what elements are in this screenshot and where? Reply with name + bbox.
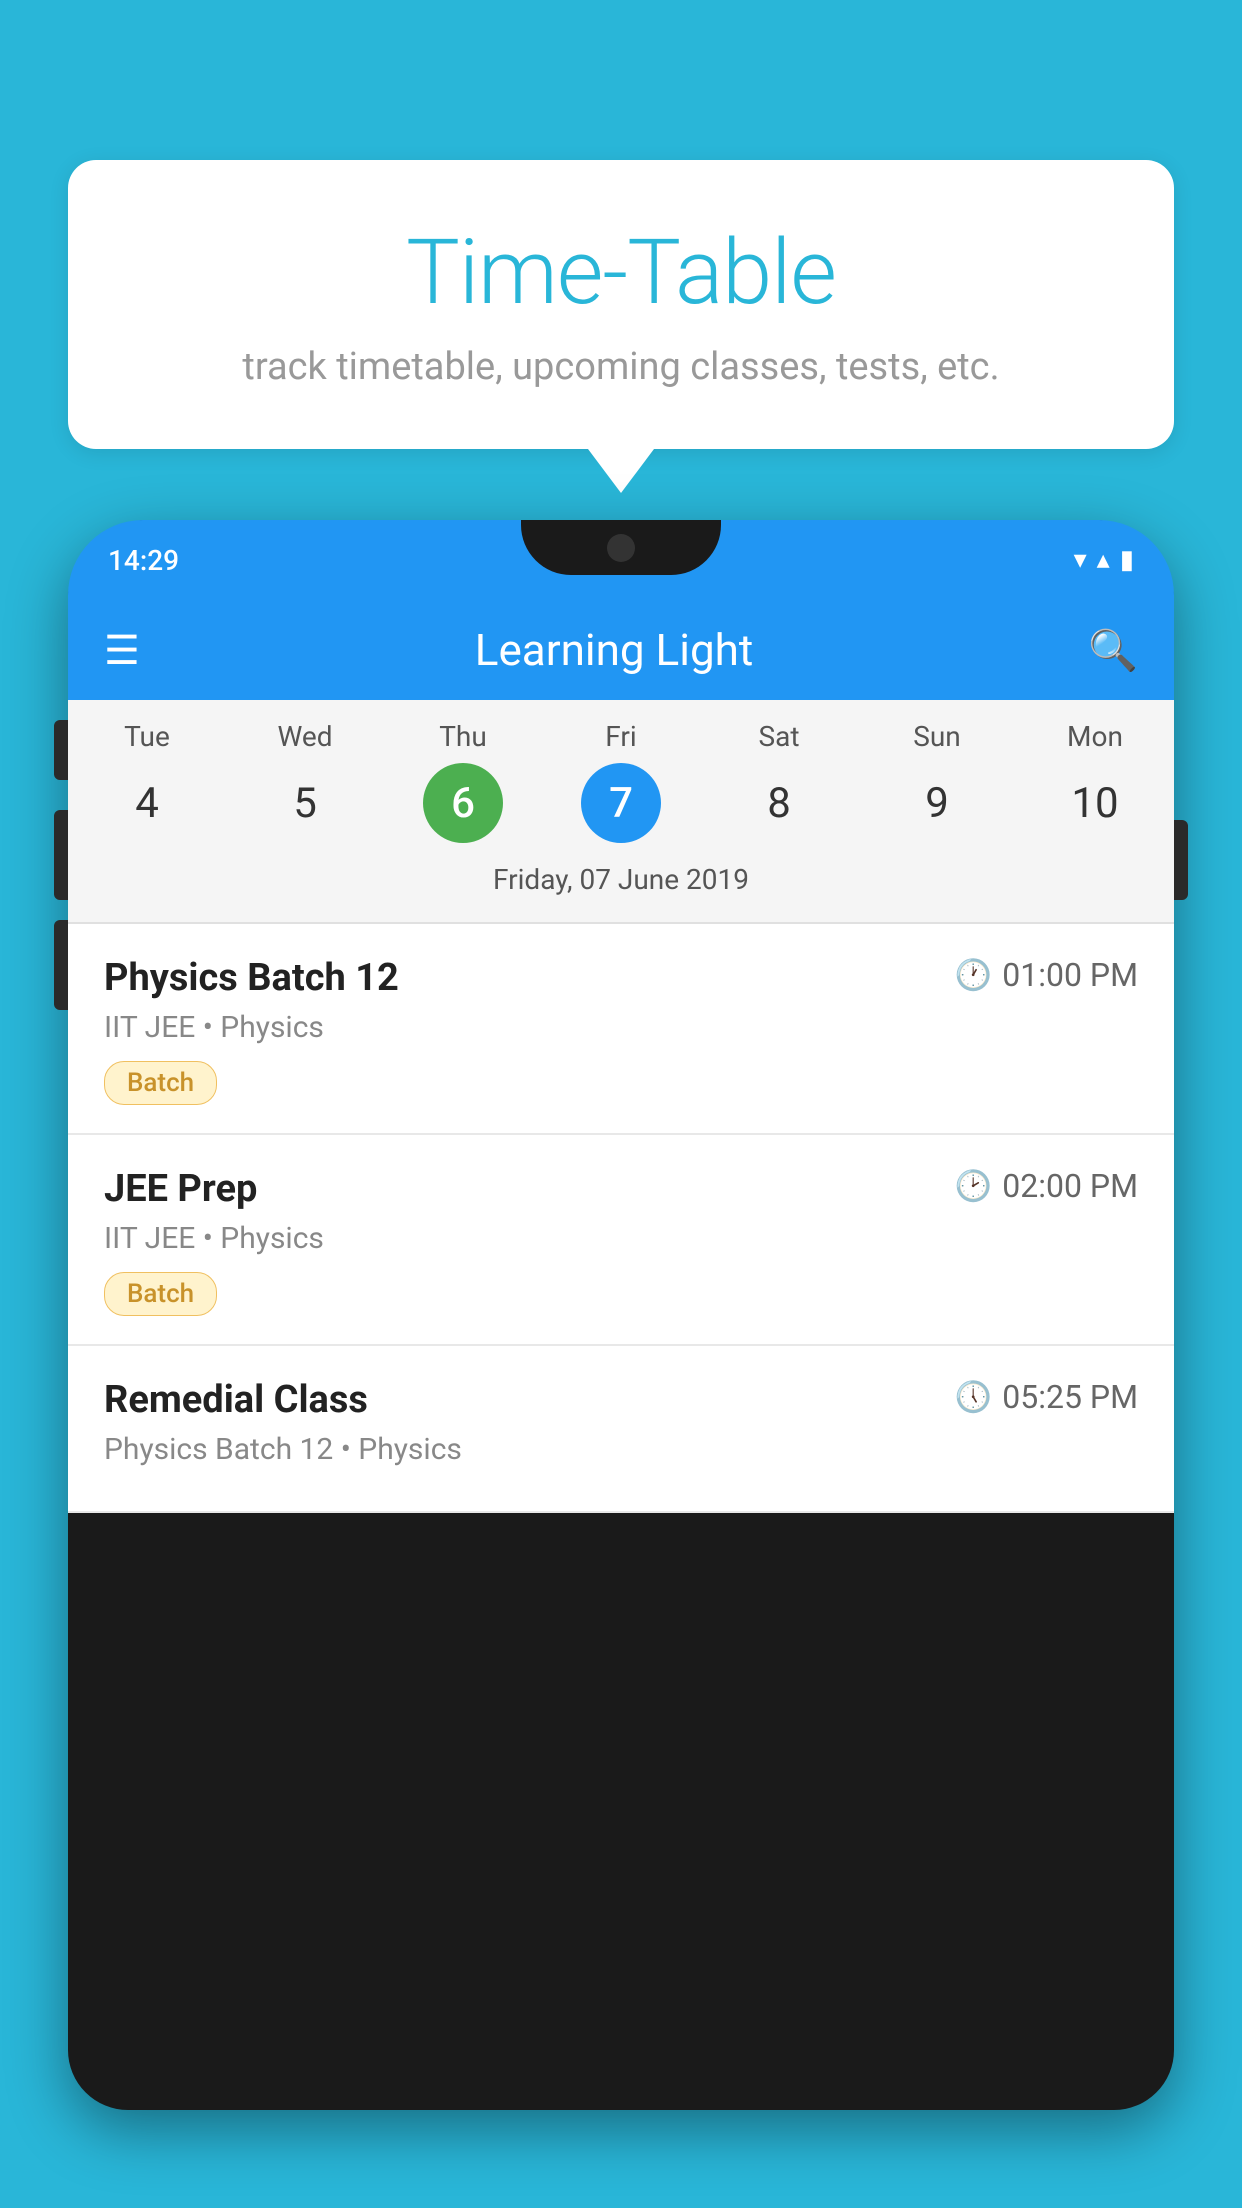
app-title: Learning Light [475, 624, 754, 676]
day-name-fri: Fri [542, 720, 700, 753]
phone-outer: 14:29 ▾ ▴ ▮ ☰ Learning Light 🔍 Tue Wed T… [68, 520, 1174, 2110]
schedule-sub-3: Physics Batch 12 • Physics [104, 1432, 1138, 1467]
day-name-tue: Tue [68, 720, 226, 753]
schedule-title-2: JEE Prep [104, 1167, 257, 1211]
schedule-sub-1: IIT JEE • Physics [104, 1010, 1138, 1045]
day-name-sat: Sat [700, 720, 858, 753]
selected-date-label: Friday, 07 June 2019 [68, 855, 1174, 912]
schedule-title-3: Remedial Class [104, 1378, 368, 1422]
batch-tag-1: Batch [104, 1061, 217, 1105]
wifi-icon: ▾ [1074, 545, 1087, 575]
schedule-item-physics-batch[interactable]: Physics Batch 12 🕐 01:00 PM IIT JEE • Ph… [68, 924, 1174, 1135]
day-6-today[interactable]: 6 [423, 763, 503, 843]
schedule-item-top-3: Remedial Class 🕔 05:25 PM [104, 1378, 1138, 1422]
volume-up-button [54, 810, 68, 900]
day-8[interactable]: 8 [739, 763, 819, 843]
speech-bubble: Time-Table track timetable, upcoming cla… [68, 160, 1174, 449]
schedule-sub-2: IIT JEE • Physics [104, 1221, 1138, 1256]
schedule-time-1: 🕐 01:00 PM [955, 956, 1138, 994]
schedule-title-1: Physics Batch 12 [104, 956, 399, 1000]
clock-icon-1: 🕐 [955, 958, 992, 993]
schedule-item-top-1: Physics Batch 12 🕐 01:00 PM [104, 956, 1138, 1000]
signal-icon: ▴ [1097, 545, 1110, 575]
schedule-item-top-2: JEE Prep 🕑 02:00 PM [104, 1167, 1138, 1211]
day-9[interactable]: 9 [897, 763, 977, 843]
camera-notch [607, 534, 635, 562]
volume-silent-button [54, 720, 68, 780]
speech-title: Time-Table [118, 220, 1124, 325]
schedule-item-jee-prep[interactable]: JEE Prep 🕑 02:00 PM IIT JEE • Physics Ba… [68, 1135, 1174, 1346]
status-time: 14:29 [108, 544, 179, 577]
phone-container: 14:29 ▾ ▴ ▮ ☰ Learning Light 🔍 Tue Wed T… [68, 520, 1174, 2208]
day-name-mon: Mon [1016, 720, 1174, 753]
batch-tag-2: Batch [104, 1272, 217, 1316]
day-names: Tue Wed Thu Fri Sat Sun Mon [68, 720, 1174, 753]
day-5[interactable]: 5 [265, 763, 345, 843]
battery-icon: ▮ [1120, 545, 1134, 575]
status-icons: ▾ ▴ ▮ [1074, 545, 1134, 575]
status-bar: 14:29 ▾ ▴ ▮ [68, 520, 1174, 600]
day-7-selected[interactable]: 7 [581, 763, 661, 843]
search-icon[interactable]: 🔍 [1088, 627, 1138, 674]
power-button [1174, 820, 1188, 900]
speech-bubble-container: Time-Table track timetable, upcoming cla… [68, 160, 1174, 449]
calendar-strip: Tue Wed Thu Fri Sat Sun Mon 4 5 6 7 8 9 … [68, 700, 1174, 922]
schedule-item-remedial[interactable]: Remedial Class 🕔 05:25 PM Physics Batch … [68, 1346, 1174, 1513]
phone-screen: ☰ Learning Light 🔍 Tue Wed Thu Fri Sat S… [68, 600, 1174, 1513]
schedule-list: Physics Batch 12 🕐 01:00 PM IIT JEE • Ph… [68, 924, 1174, 1513]
volume-down-button [54, 920, 68, 1010]
app-header: ☰ Learning Light 🔍 [68, 600, 1174, 700]
day-4[interactable]: 4 [107, 763, 187, 843]
clock-icon-3: 🕔 [955, 1380, 992, 1415]
clock-icon-2: 🕑 [955, 1169, 992, 1204]
day-10[interactable]: 10 [1055, 763, 1135, 843]
menu-icon[interactable]: ☰ [104, 627, 140, 674]
day-name-sun: Sun [858, 720, 1016, 753]
day-name-wed: Wed [226, 720, 384, 753]
day-numbers: 4 5 6 7 8 9 10 [68, 763, 1174, 843]
schedule-time-2: 🕑 02:00 PM [955, 1167, 1138, 1205]
day-name-thu: Thu [384, 720, 542, 753]
speech-subtitle: track timetable, upcoming classes, tests… [118, 345, 1124, 389]
schedule-time-3: 🕔 05:25 PM [955, 1378, 1138, 1416]
